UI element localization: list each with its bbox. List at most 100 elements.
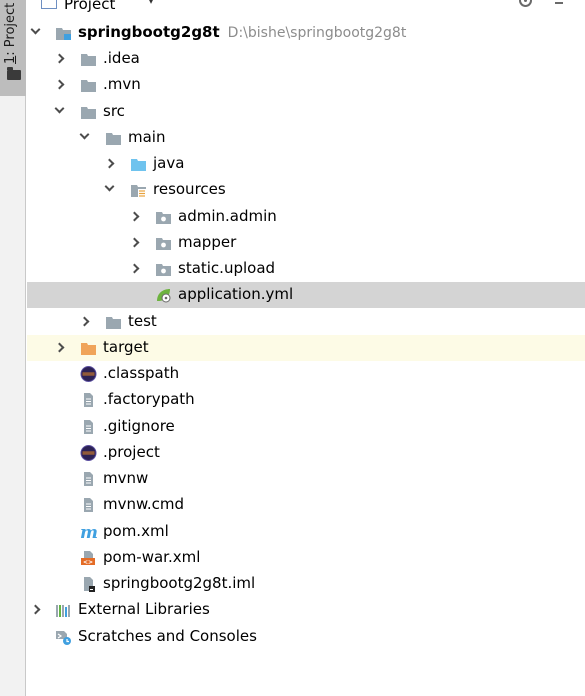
node-name: External Libraries — [78, 600, 210, 618]
tree-node-label: Scratches and Consoles — [78, 626, 257, 646]
tree-node-springbootg2g8t-iml[interactable]: springbootg2g8t.iml — [27, 571, 585, 597]
eclipse-icon — [80, 445, 97, 461]
tree-node-pom-xml[interactable]: m pom.xml — [27, 519, 585, 545]
project-view-selector[interactable]: Project — [64, 0, 115, 13]
chevron-down-icon[interactable] — [54, 103, 65, 114]
chevron-right-icon[interactable] — [30, 604, 41, 615]
tree-node-idea[interactable]: .idea — [27, 46, 585, 72]
chevron-right-icon[interactable] — [54, 342, 65, 353]
tree-node-pom-war-xml[interactable]: <> pom-war.xml — [27, 545, 585, 571]
project-panel-header: Project ▾ — [26, 0, 585, 14]
node-name: .classpath — [103, 364, 180, 382]
tree-node-label: static.upload — [178, 258, 275, 278]
module-path: D:\bishe\springbootg2g8t — [227, 25, 407, 41]
libraries-icon — [55, 602, 72, 618]
tree-node-mvnw-cmd[interactable]: mvnw.cmd — [27, 492, 585, 518]
tree-node-label: mapper — [178, 232, 236, 252]
tree-node-label: pom.xml — [103, 521, 169, 541]
node-name: resources — [153, 180, 226, 198]
collapse-all-icon[interactable] — [551, 0, 567, 8]
tree-node-factorypath[interactable]: .factorypath — [27, 387, 585, 413]
node-name: pom-war.xml — [103, 548, 201, 566]
left-tool-stripe: 1: Project — [0, 0, 26, 696]
file-icon — [80, 471, 97, 487]
tree-node-label: test — [128, 311, 157, 331]
tree-node-test[interactable]: test — [27, 309, 585, 335]
tree-node-label: resources — [153, 179, 226, 199]
chevron-right-icon[interactable] — [79, 316, 90, 327]
tree-node-label: .project — [103, 442, 160, 462]
chevron-right-icon[interactable] — [54, 53, 65, 64]
maven-icon: m — [80, 523, 98, 543]
project-tool-tab-label: 1: Project — [3, 2, 18, 64]
tree-node-label: springbootg2g8t D:\bishe\springbootg2g8t — [78, 22, 406, 43]
tree-node-label: .factorypath — [103, 389, 195, 409]
folder-icon — [80, 77, 97, 93]
spring-config-icon — [155, 287, 172, 303]
file-icon — [80, 392, 97, 408]
tree-node-mvn[interactable]: .mvn — [27, 72, 585, 98]
tree-node-java[interactable]: java — [27, 151, 585, 177]
tree-node-label: application.yml — [178, 284, 293, 304]
locate-file-icon[interactable] — [519, 0, 532, 7]
tree-node-label: External Libraries — [78, 599, 210, 619]
tree-node-mapper[interactable]: mapper — [27, 230, 585, 256]
tree-node-src[interactable]: src — [27, 99, 585, 125]
folder-icon — [105, 314, 122, 330]
node-name: mapper — [178, 233, 237, 251]
node-name: mvnw — [103, 469, 149, 487]
tree-node-application-yml[interactable]: application.yml — [27, 282, 585, 308]
node-name: .mvn — [103, 75, 141, 93]
tree-node-admin-admin[interactable]: admin.admin — [27, 204, 585, 230]
node-name: springbootg2g8t — [78, 23, 220, 41]
tree-node-springbootg2g8t[interactable]: springbootg2g8t D:\bishe\springbootg2g8t — [27, 20, 585, 46]
node-name: mvnw.cmd — [103, 495, 185, 513]
chevron-right-icon[interactable] — [129, 263, 140, 274]
project-tool-tab[interactable]: 1: Project — [0, 0, 26, 96]
eclipse-icon — [80, 366, 97, 382]
svg-text:m: m — [80, 524, 98, 540]
tree-node-gitignore[interactable]: .gitignore — [27, 414, 585, 440]
folder-icon — [80, 51, 97, 67]
project-view-icon — [41, 0, 57, 9]
svg-text:<>: <> — [83, 559, 93, 566]
iml-file-icon — [80, 576, 97, 592]
tree-node-label: .mvn — [103, 74, 141, 94]
package-folder-icon — [155, 209, 172, 225]
tree-node-classpath[interactable]: .classpath — [27, 361, 585, 387]
tree-node-project[interactable]: .project — [27, 440, 585, 466]
tree-node-resources[interactable]: resources — [27, 177, 585, 203]
file-icon — [80, 419, 97, 435]
tree-node-label: java — [153, 153, 184, 173]
chevron-right-icon[interactable] — [54, 79, 65, 90]
chevron-down-icon[interactable] — [79, 129, 90, 140]
node-name: pom.xml — [103, 522, 169, 540]
xml-file-icon: <> — [80, 550, 97, 566]
folder-icon — [80, 104, 97, 120]
tree-node-static-upload[interactable]: static.upload — [27, 256, 585, 282]
tree-node-target[interactable]: target — [27, 335, 585, 361]
tree-node-label: springbootg2g8t.iml — [103, 573, 255, 593]
node-name: .idea — [103, 49, 140, 67]
chevron-down-icon[interactable] — [104, 181, 115, 192]
node-name: static.upload — [178, 259, 276, 277]
chevron-right-icon[interactable] — [129, 237, 140, 248]
tree-node-main[interactable]: main — [27, 125, 585, 151]
tree-node-mvnw[interactable]: mvnw — [27, 466, 585, 492]
tree-node-label: src — [103, 101, 125, 121]
scratches-icon — [55, 629, 72, 645]
node-name: admin.admin — [178, 207, 277, 225]
node-name: .gitignore — [103, 417, 175, 435]
tree-node-scratches-and-consoles[interactable]: Scratches and Consoles — [27, 624, 585, 650]
chevron-down-icon[interactable]: ▾ — [148, 0, 154, 7]
chevron-right-icon[interactable] — [129, 211, 140, 222]
node-name: src — [103, 102, 125, 120]
tree-node-label: mvnw — [103, 468, 148, 488]
node-name: application.yml — [178, 285, 294, 303]
tree-node-label: main — [128, 127, 165, 147]
tree-node-external-libraries[interactable]: External Libraries — [27, 597, 585, 623]
chevron-down-icon[interactable] — [30, 24, 41, 35]
tree-node-label: .idea — [103, 48, 140, 68]
chevron-right-icon[interactable] — [104, 158, 115, 169]
node-name: main — [128, 128, 166, 146]
